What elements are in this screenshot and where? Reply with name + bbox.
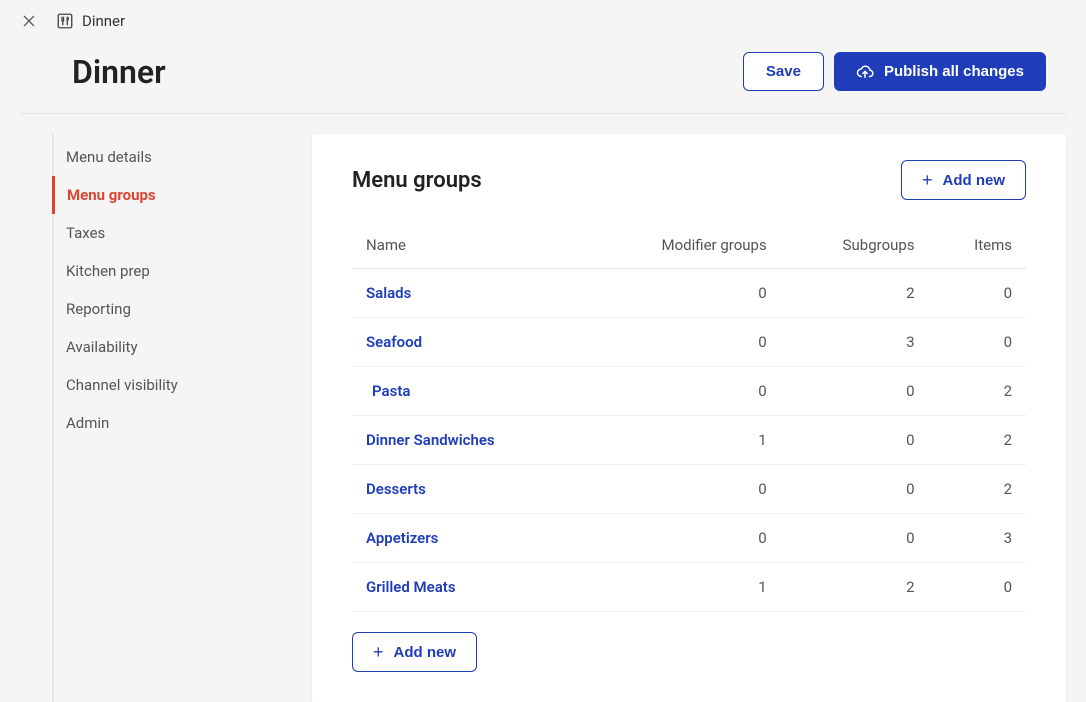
sidebar-item-availability[interactable]: Availability: [52, 328, 292, 366]
cell-modifier-groups: 0: [584, 318, 781, 367]
cell-name: Salads: [352, 269, 584, 318]
sidebar-item-menu-groups[interactable]: Menu groups: [52, 176, 292, 214]
cell-subgroups: 2: [781, 563, 929, 612]
sidebar-item-channel-visibility[interactable]: Channel visibility: [52, 366, 292, 404]
cell-items: 3: [929, 514, 1026, 563]
col-items: Items: [929, 226, 1026, 269]
add-new-label: Add new: [943, 172, 1006, 189]
cell-modifier-groups: 1: [584, 416, 781, 465]
table-row: Pasta002: [352, 367, 1026, 416]
group-link[interactable]: Seafood: [366, 333, 422, 351]
top-bar: Dinner: [0, 0, 1086, 40]
cell-subgroups: 2: [781, 269, 929, 318]
cell-modifier-groups: 0: [584, 465, 781, 514]
sidebar-item-reporting[interactable]: Reporting: [52, 290, 292, 328]
plus-icon: +: [373, 643, 384, 661]
cell-items: 0: [929, 269, 1026, 318]
cell-name: Dinner Sandwiches: [352, 416, 584, 465]
group-link[interactable]: Salads: [366, 284, 411, 302]
sidebar-item-menu-details[interactable]: Menu details: [52, 138, 292, 176]
col-modifier-groups: Modifier groups: [584, 226, 781, 269]
cell-name: Pasta: [352, 367, 584, 416]
panel-header: Menu groups + Add new: [352, 160, 1026, 200]
sidebar-item-admin[interactable]: Admin: [52, 404, 292, 442]
cell-modifier-groups: 0: [584, 269, 781, 318]
table-row: Seafood 030: [352, 318, 1026, 367]
group-link[interactable]: Grilled Meats: [366, 578, 456, 596]
add-new-bottom-button[interactable]: + Add new: [352, 632, 477, 672]
sidebar-item-kitchen-prep[interactable]: Kitchen prep: [52, 252, 292, 290]
publish-button-label: Publish all changes: [884, 63, 1024, 80]
panel-title: Menu groups: [352, 168, 482, 193]
group-link[interactable]: Appetizers: [366, 529, 438, 547]
cell-subgroups: 0: [781, 367, 929, 416]
cell-name: Desserts: [352, 465, 584, 514]
cell-subgroups: 0: [781, 416, 929, 465]
add-new-top-button[interactable]: + Add new: [901, 160, 1026, 200]
group-link[interactable]: Pasta: [366, 382, 410, 400]
content: Menu detailsMenu groupsTaxesKitchen prep…: [0, 114, 1086, 702]
cell-subgroups: 0: [781, 465, 929, 514]
cell-items: 2: [929, 465, 1026, 514]
cell-modifier-groups: 0: [584, 514, 781, 563]
publish-button[interactable]: Publish all changes: [834, 52, 1046, 91]
sidebar-item-taxes[interactable]: Taxes: [52, 214, 292, 252]
cell-name: Appetizers: [352, 514, 584, 563]
group-link[interactable]: Desserts: [366, 480, 426, 498]
cell-subgroups: 3: [781, 318, 929, 367]
page-title: Dinner: [72, 53, 166, 91]
table-row: Desserts002: [352, 465, 1026, 514]
cell-items: 2: [929, 416, 1026, 465]
cell-items: 0: [929, 318, 1026, 367]
utensils-icon: [56, 12, 74, 30]
cell-name: Grilled Meats: [352, 563, 584, 612]
cell-modifier-groups: 0: [584, 367, 781, 416]
add-new-label: Add new: [394, 644, 457, 661]
menu-groups-table: Name Modifier groups Subgroups Items Sal…: [352, 226, 1026, 612]
cell-modifier-groups: 1: [584, 563, 781, 612]
cell-items: 0: [929, 563, 1026, 612]
cell-name: Seafood: [352, 318, 584, 367]
table-row: Salads 020: [352, 269, 1026, 318]
page-header: Dinner Save Publish all changes: [20, 40, 1066, 114]
menu-groups-panel: Menu groups + Add new Name Modifier grou…: [312, 134, 1066, 702]
cell-subgroups: 0: [781, 514, 929, 563]
col-subgroups: Subgroups: [781, 226, 929, 269]
header-actions: Save Publish all changes: [743, 52, 1046, 91]
breadcrumb: Dinner: [56, 12, 125, 30]
col-name: Name: [352, 226, 584, 269]
breadcrumb-label: Dinner: [82, 12, 125, 30]
sidebar: Menu detailsMenu groupsTaxesKitchen prep…: [52, 134, 292, 702]
cell-items: 2: [929, 367, 1026, 416]
table-row: Appetizers003: [352, 514, 1026, 563]
close-icon[interactable]: [20, 12, 38, 30]
table-row: Dinner Sandwiches 102: [352, 416, 1026, 465]
group-link[interactable]: Dinner Sandwiches: [366, 431, 495, 449]
plus-icon: +: [922, 171, 933, 189]
save-button[interactable]: Save: [743, 52, 824, 91]
cloud-upload-icon: [856, 63, 874, 81]
table-row: Grilled Meats 120: [352, 563, 1026, 612]
save-button-label: Save: [766, 63, 801, 80]
